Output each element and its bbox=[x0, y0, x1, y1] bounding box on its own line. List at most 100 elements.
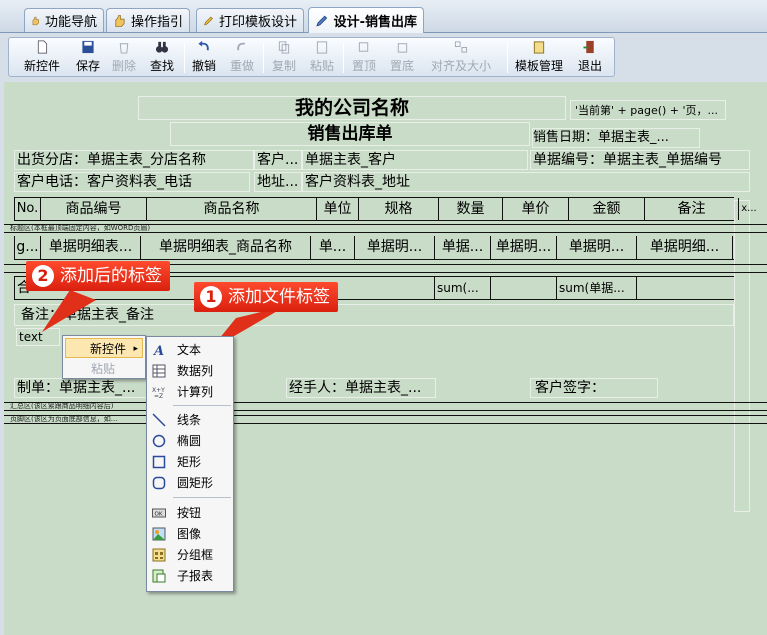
round-rectangle-icon bbox=[152, 476, 166, 490]
menu-item-group-box[interactable]: 分组框 bbox=[149, 545, 231, 565]
detail-cell[interactable]: 单据... bbox=[435, 236, 491, 259]
menu-item-image[interactable]: 图像 bbox=[149, 524, 231, 544]
doc-title-box[interactable]: 销售出库单 bbox=[170, 122, 530, 146]
address-value-box[interactable]: 客户资料表_地址 bbox=[302, 172, 750, 192]
added-text-control[interactable]: text bbox=[16, 328, 60, 346]
branch-box[interactable]: 出货分店：单据主表_分店名称 bbox=[14, 150, 254, 170]
menu-item-round-rectangle[interactable]: 圆矩形 bbox=[149, 473, 231, 493]
note-field: 备注：单据主表_备注 bbox=[21, 307, 154, 323]
customer-value-box[interactable]: 单据主表_客户 bbox=[302, 150, 528, 170]
bring-to-front-button[interactable]: 置顶 bbox=[349, 40, 379, 76]
total-amount-cell[interactable]: sum(单据... bbox=[557, 277, 637, 299]
svg-text:A: A bbox=[152, 344, 164, 357]
tab-design-sales-outbound[interactable]: 设计-销售出库 bbox=[308, 7, 424, 33]
col-extra[interactable]: x... bbox=[739, 198, 759, 220]
copy-button[interactable]: 复制 bbox=[269, 40, 299, 76]
menu-item-new-control[interactable]: 新控件 ▸ bbox=[65, 338, 143, 358]
exit-door-icon bbox=[583, 40, 594, 54]
new-control-button[interactable]: 新控件 bbox=[15, 40, 69, 76]
col-amount[interactable]: 金额 bbox=[569, 198, 645, 220]
signature-box[interactable]: 客户签字： bbox=[530, 378, 658, 398]
button-ok-icon: OK bbox=[152, 508, 166, 518]
svg-text:OK: OK bbox=[155, 512, 163, 518]
sale-date-box[interactable]: 销售日期：单据主表_... bbox=[532, 128, 700, 148]
customer-label-box[interactable]: 客户... bbox=[254, 150, 302, 170]
summary-band-bar[interactable]: 汇总区(该区紧跟商品明细内容后) bbox=[4, 402, 767, 411]
address-label-box[interactable]: 地址... bbox=[254, 172, 302, 192]
menu-item-calc-column[interactable]: X+Y =Z 计算列 bbox=[149, 382, 231, 402]
detail-cell[interactable]: 单据明细表... bbox=[41, 236, 141, 259]
toolbar-separator bbox=[343, 43, 344, 73]
column-header-row: No. 商品编号 商品名称 单位 规格 数量 单价 金额 备注 x... bbox=[14, 197, 757, 221]
page-expression: '当前第' + page() + '页，... bbox=[575, 104, 719, 117]
maker-box[interactable]: 制单：单据主表_... bbox=[14, 378, 154, 398]
col-spec[interactable]: 规格 bbox=[359, 198, 439, 220]
address-label: 地址... bbox=[257, 174, 299, 190]
col-unit-price[interactable]: 单价 bbox=[503, 198, 569, 220]
send-to-back-button[interactable]: 置底 bbox=[387, 40, 417, 76]
save-button[interactable]: 保存 bbox=[73, 40, 103, 76]
branch-field: 出货分店：单据主表_分店名称 bbox=[17, 152, 206, 168]
toolbar-separator bbox=[507, 43, 508, 73]
callout-add-file-label: 1 添加文件标签 bbox=[194, 282, 338, 312]
doc-no-box[interactable]: 单据编号：单据主表_单据编号 bbox=[530, 150, 750, 170]
handler-box[interactable]: 经手人：单据主表_... bbox=[286, 378, 436, 398]
col-product-name[interactable]: 商品名称 bbox=[147, 198, 317, 220]
col-product-code[interactable]: 商品编号 bbox=[41, 198, 147, 220]
detail-cell[interactable]: 单... bbox=[311, 236, 355, 259]
col-remark[interactable]: 备注 bbox=[645, 198, 739, 220]
menu-item-paste[interactable]: 粘贴 bbox=[65, 359, 143, 379]
align-and-size-button[interactable]: 对齐及大小 bbox=[423, 40, 499, 76]
find-button[interactable]: 查找 bbox=[147, 40, 177, 76]
detail-cell[interactable]: 单据明... bbox=[355, 236, 435, 259]
phone-box[interactable]: 客户电话：客户资料表_电话 bbox=[14, 172, 250, 192]
delete-button[interactable]: 删除 bbox=[109, 40, 139, 76]
menu-item-line[interactable]: 线条 bbox=[149, 410, 231, 430]
detail-cell[interactable]: 单据明... bbox=[491, 236, 557, 259]
menu-item-button[interactable]: OK 按钮 bbox=[149, 503, 231, 523]
exit-button[interactable]: 退出 bbox=[575, 40, 605, 76]
context-menu: 新控件 ▸ 粘贴 bbox=[62, 335, 146, 379]
image-icon bbox=[152, 527, 166, 541]
address-value: 客户资料表_地址 bbox=[305, 174, 410, 190]
hand-icon bbox=[32, 16, 39, 25]
paste-button[interactable]: 粘贴 bbox=[307, 40, 337, 76]
menu-item-ellipse[interactable]: 椭圆 bbox=[149, 431, 231, 451]
menu-item-rectangle[interactable]: 矩形 bbox=[149, 452, 231, 472]
detail-cell[interactable]: 单据明... bbox=[557, 236, 637, 259]
detail-cell[interactable]: 单据明细... bbox=[637, 236, 733, 259]
detail-cell[interactable]: g... bbox=[15, 236, 41, 259]
footer-band-bar[interactable]: 页脚区(该区为页面底部信息，如... bbox=[4, 415, 767, 424]
header-band-bar[interactable]: 标题区(本框最顶端固定内容，如WORD页眉) bbox=[4, 224, 767, 233]
template-manage-button[interactable]: 模板管理 bbox=[513, 40, 565, 76]
detail-cell[interactable]: 单据明细表_商品名称 bbox=[141, 236, 311, 259]
page-expression-box[interactable]: '当前第' + page() + '页，... bbox=[570, 100, 726, 120]
company-title-box[interactable]: 我的公司名称 bbox=[138, 96, 566, 120]
new-document-icon bbox=[37, 40, 48, 54]
binoculars-icon bbox=[155, 41, 169, 53]
tab-print-template-design[interactable]: 打印模板设计 bbox=[196, 8, 304, 32]
col-quantity[interactable]: 数量 bbox=[439, 198, 503, 220]
tab-function-nav[interactable]: 功能导航 bbox=[24, 8, 104, 32]
col-unit[interactable]: 单位 bbox=[317, 198, 359, 220]
calc-column-icon: X+Y=Z bbox=[152, 387, 165, 399]
undo-button[interactable]: 撤销 bbox=[189, 40, 219, 76]
template-manage-icon bbox=[533, 41, 545, 54]
subreport-icon bbox=[152, 569, 166, 583]
menu-item-text[interactable]: A 文本 bbox=[149, 340, 231, 360]
col-no[interactable]: No. bbox=[15, 198, 41, 220]
page-right-margin-box bbox=[734, 200, 750, 512]
line-icon bbox=[152, 413, 166, 427]
maker-field: 制单：单据主表_... bbox=[17, 380, 136, 396]
menu-item-data-column[interactable]: 数据列 bbox=[149, 361, 231, 381]
redo-button[interactable]: 重做 bbox=[227, 40, 257, 76]
tab-bar: 功能导航 操作指引 打印模板设计 设计-销售出库 bbox=[0, 0, 767, 33]
menu-item-subreport[interactable]: 子报表 bbox=[149, 566, 231, 586]
tab-operation-guide[interactable]: 操作指引 bbox=[106, 8, 190, 32]
total-empty-cell[interactable] bbox=[491, 277, 557, 299]
toolbar-separator bbox=[184, 43, 185, 73]
note-box[interactable]: 备注：单据主表_备注 bbox=[14, 304, 734, 326]
total-quantity-cell[interactable]: sum(... bbox=[435, 277, 491, 299]
toolbar-separator bbox=[263, 43, 264, 73]
company-title: 我的公司名称 bbox=[294, 97, 409, 119]
